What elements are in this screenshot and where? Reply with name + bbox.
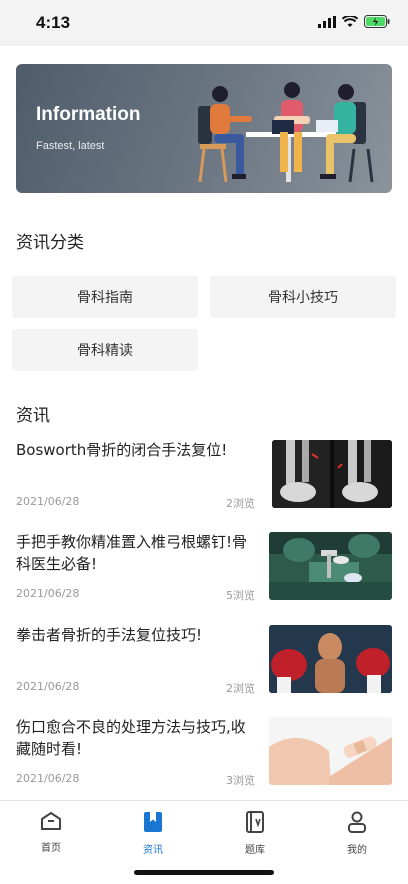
- news-title: 拳击者骨折的手法复位技巧!: [16, 626, 203, 644]
- news-date: 2021/06/28: [16, 495, 80, 508]
- news-date: 2021/06/28: [16, 680, 80, 693]
- tab-profile-label: 我的: [347, 845, 367, 856]
- tab-profile[interactable]: 我的: [327, 811, 387, 856]
- news-section-title: 资讯: [16, 406, 50, 426]
- news-views: 2浏览: [226, 497, 255, 510]
- surgery-image: [269, 532, 392, 600]
- wifi-icon: [342, 15, 358, 27]
- question-bank-icon: [246, 811, 264, 833]
- tab-home-label: 首页: [41, 843, 61, 854]
- tab-question-bank-label: 题库: [245, 845, 265, 856]
- battery-icon: [364, 15, 390, 28]
- news-title: 手把手教你精准置入椎弓根螺钉!骨科医生必备!: [16, 533, 248, 573]
- category-guide-button[interactable]: 骨科指南: [12, 276, 198, 318]
- news-date: 2021/06/28: [16, 587, 80, 600]
- news-views: 3浏览: [226, 774, 255, 787]
- category-section-title: 资讯分类: [16, 233, 84, 253]
- category-tips-button[interactable]: 骨科小技巧: [210, 276, 396, 318]
- boxer-image: [269, 625, 392, 693]
- signal-icon: [318, 15, 336, 28]
- bandage-image: [269, 717, 392, 785]
- tab-home[interactable]: 首页: [21, 811, 81, 854]
- banner-title: Information: [36, 104, 141, 125]
- news-views: 5浏览: [226, 589, 255, 602]
- home-indicator: [134, 870, 274, 875]
- user-icon: [348, 811, 366, 833]
- tab-news-label: 资讯: [143, 845, 163, 856]
- status-bar: 4:13: [0, 0, 408, 46]
- news-views: 2浏览: [226, 682, 255, 695]
- tab-question-bank[interactable]: 题库: [225, 811, 285, 856]
- tab-news[interactable]: 资讯: [123, 811, 183, 856]
- info-banner[interactable]: Information Fastest, latest: [16, 64, 392, 193]
- bookmark-icon: [144, 812, 162, 832]
- status-time: 4:13: [36, 13, 71, 32]
- news-title: Bosworth骨折的闭合手法复位!: [16, 441, 228, 459]
- home-icon: [41, 812, 61, 830]
- news-date: 2021/06/28: [16, 772, 80, 785]
- news-title: 伤口愈合不良的处理方法与技巧,收藏随时看!: [16, 718, 246, 758]
- banner-subtitle: Fastest, latest: [36, 140, 105, 152]
- x-ray-image: [272, 440, 392, 508]
- meeting-illustration: [198, 82, 374, 183]
- category-reading-button[interactable]: 骨科精读: [12, 329, 198, 371]
- status-icons: [318, 15, 390, 28]
